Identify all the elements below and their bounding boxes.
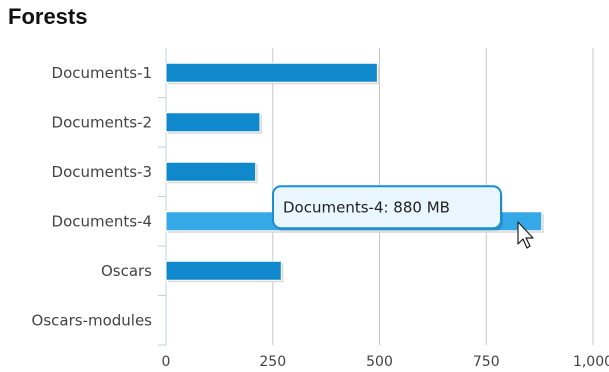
x-tick-label: 1,000 bbox=[573, 354, 609, 370]
category-label: Documents-2 bbox=[52, 113, 152, 131]
category-label: Documents-4 bbox=[52, 212, 152, 230]
bar bbox=[165, 161, 257, 182]
category-label: Oscars-modules bbox=[32, 311, 153, 329]
x-tick-label: 250 bbox=[259, 354, 286, 370]
bar-chart: Documents-1 Documents-2 Documents-3 Documen… bbox=[32, 48, 609, 370]
x-tick-label: 500 bbox=[366, 354, 393, 370]
bar bbox=[165, 112, 261, 133]
category-label: Documents-1 bbox=[52, 64, 152, 82]
category-label: Oscars bbox=[101, 262, 152, 280]
category-label: Documents-3 bbox=[52, 163, 152, 181]
tooltip-text: Documents-4: 880 MB bbox=[283, 198, 450, 216]
x-tick-label: 750 bbox=[473, 354, 500, 370]
x-tick-label: 0 bbox=[162, 354, 171, 370]
bar bbox=[165, 62, 378, 83]
bar bbox=[165, 260, 282, 281]
